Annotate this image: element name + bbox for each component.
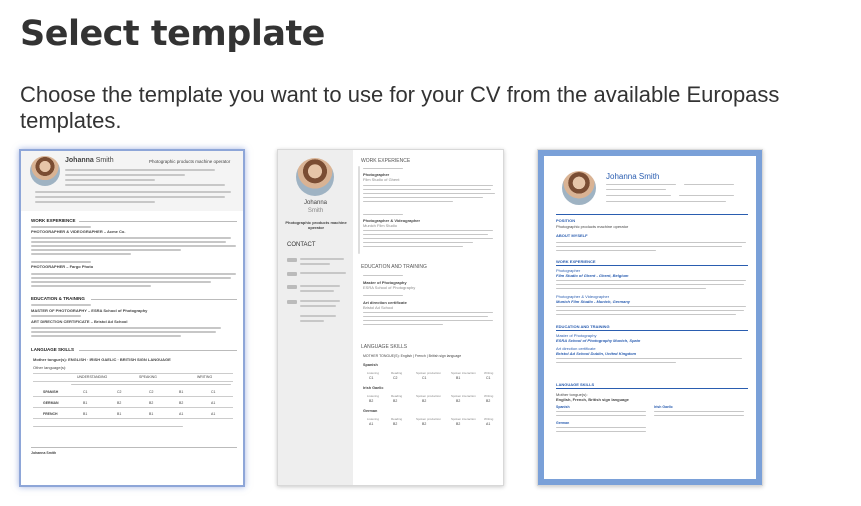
lang-header-speaking: SPEAKING	[139, 375, 157, 379]
cv-name: Johanna Smith	[606, 172, 660, 181]
template-card-3[interactable]: Johanna Smith POSITION Photographic prod…	[537, 149, 763, 486]
cv-section-education: EDUCATION AND TRAINING	[556, 324, 610, 329]
cv-edu-1: MASTER OF PHOTOGRAPHY – ESRA School of P…	[31, 308, 148, 313]
cv-photo	[296, 158, 334, 196]
page-subtitle: Choose the template you want to use for …	[20, 82, 780, 133]
cv-section-work: WORK EXPERIENCE	[556, 259, 596, 264]
cv-section-education: EDUCATION & TRAINING	[31, 296, 85, 301]
cv-section-languages: LANGUAGE SKILLS	[556, 382, 595, 387]
cv-section-languages: LANGUAGE SKILLS	[31, 347, 75, 352]
cv-contact-heading: CONTACT	[287, 242, 316, 248]
template-card-1[interactable]: Johanna Smith Photographic products mach…	[19, 149, 245, 487]
lang-row: Irish Gaelic	[363, 386, 384, 390]
lang-row: Spanish	[363, 363, 378, 367]
cv-mother-tongue: MOTHER TONGUE(S): English | French | Bri…	[363, 354, 462, 358]
lang-row: German	[556, 421, 570, 425]
lang-header-writing: WRITING	[197, 375, 213, 379]
cv-footer: Johanna Smith	[31, 451, 57, 455]
cv-first-name: Johanna	[303, 200, 328, 206]
cv-last-name: Smith	[95, 157, 114, 164]
cv-position: Photographic products machine operator	[556, 224, 629, 229]
cv-last-name: Smith	[307, 208, 324, 214]
cv-page: Johanna Smith POSITION Photographic prod…	[544, 156, 756, 479]
cv-section-work: WORK EXPERIENCE	[31, 218, 76, 223]
cv-section-work: WORK EXPERIENCE	[361, 158, 411, 164]
cv-job-title: Photographic products machine operator	[149, 159, 231, 164]
cv-edu-2: ART DIRECTION CERTIFICATE – Bristol Ad S…	[31, 319, 128, 324]
cv-section-education: EDUCATION AND TRAINING	[361, 264, 427, 270]
cv-mother-tongue: Mother tongue(s): ENGLISH · IRISH GAELIC…	[33, 357, 171, 362]
cv-photo	[562, 171, 596, 205]
cv-first-name: Johanna	[65, 157, 94, 164]
cv-photo	[30, 156, 60, 186]
cv-section-about: ABOUT MYSELF	[556, 233, 588, 238]
cv-other-languages: Other language(s):	[33, 365, 67, 370]
lang-row: Irish Gaelic	[654, 405, 673, 409]
page-title: Select template	[20, 14, 325, 54]
cv-job-title: Photographic products machine operator	[285, 220, 347, 230]
lang-row: German	[363, 409, 378, 413]
lang-header-understanding: UNDERSTANDING	[77, 375, 108, 379]
template-card-2[interactable]: Johanna Smith Photographic products mach…	[277, 149, 504, 486]
lang-row: Spanish	[556, 405, 570, 409]
cv-job-1: PHOTOGRAPHER & VIDEOGRAPHER – Acme Co.	[31, 229, 126, 234]
cv-section-position: POSITION	[556, 218, 576, 223]
cv-section-languages: LANGUAGE SKILLS	[361, 344, 408, 350]
cv-job-2: PHOTOGRAPHER – Fargo Photo	[31, 264, 94, 269]
